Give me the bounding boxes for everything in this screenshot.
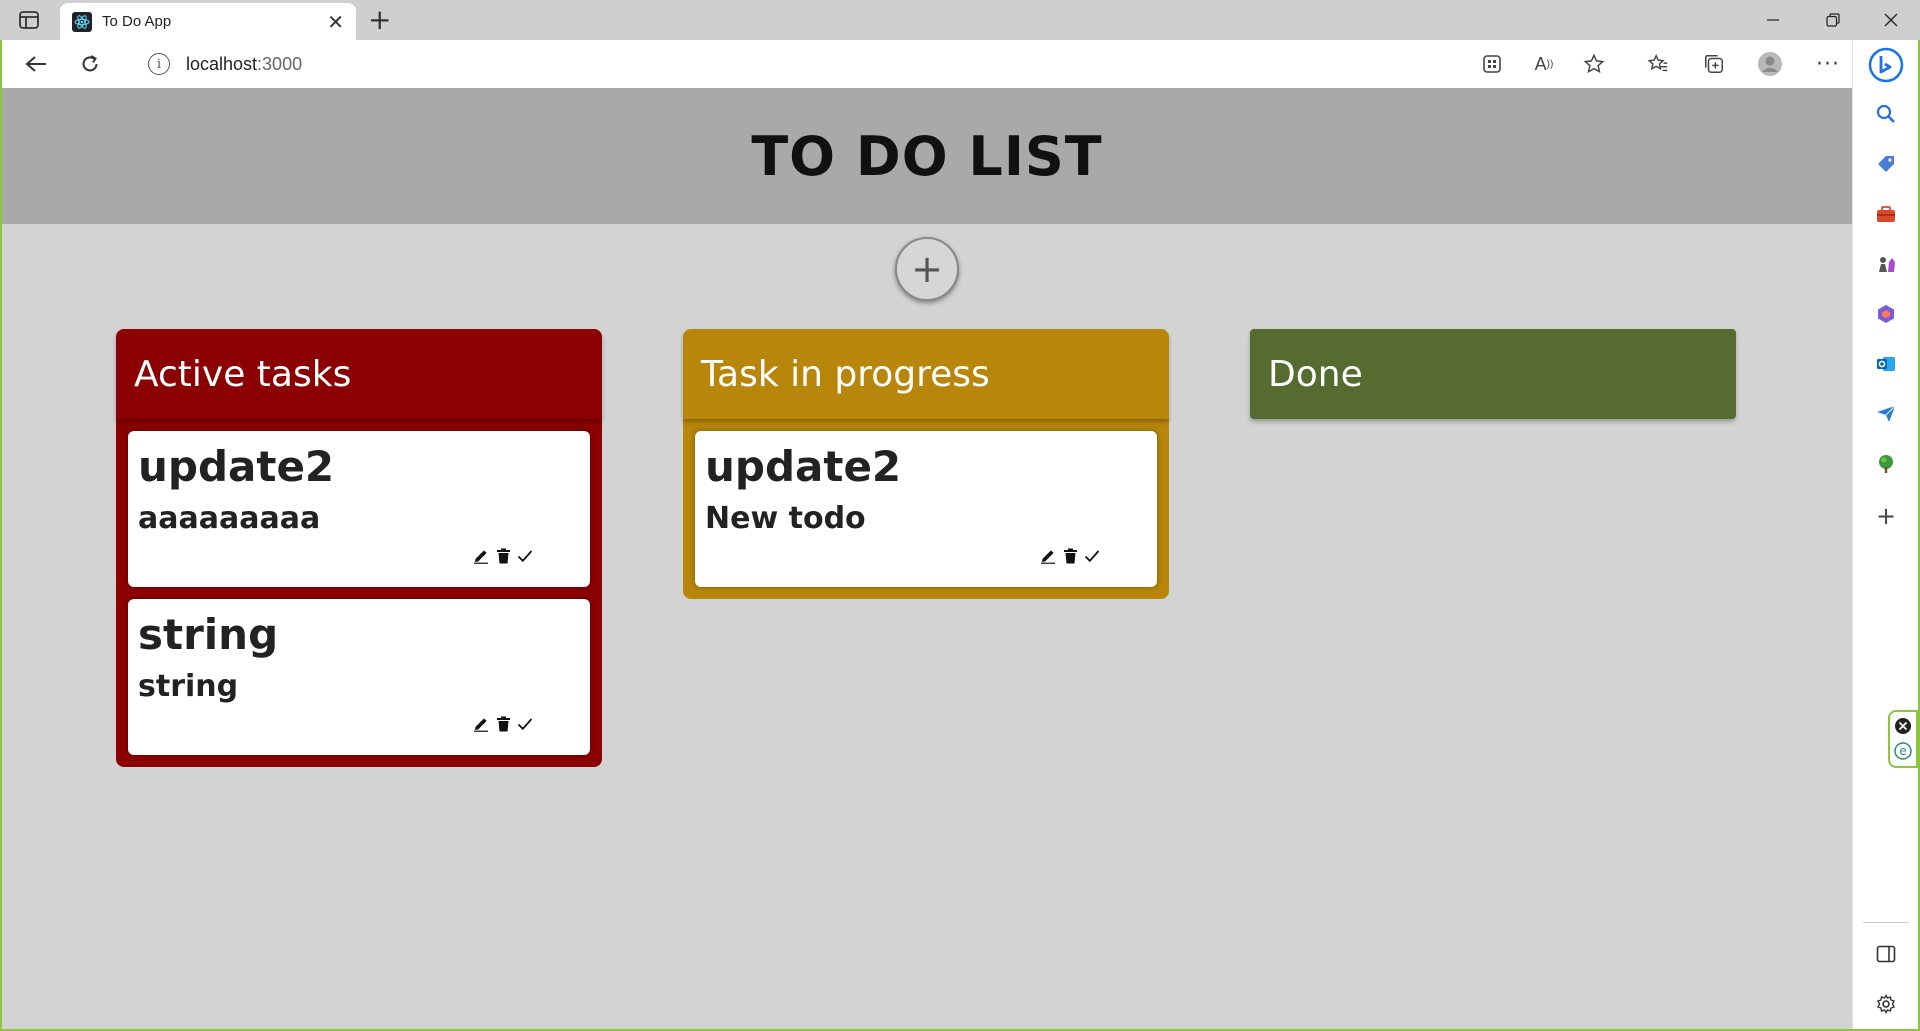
trash-icon[interactable] xyxy=(1061,547,1079,565)
close-circle-icon[interactable] xyxy=(1894,717,1912,739)
new-tab-icon[interactable]: + xyxy=(368,5,391,35)
svg-text:e: e xyxy=(1899,744,1906,758)
add-sidebar-app-icon[interactable]: + xyxy=(1872,502,1900,530)
shopping-tag-icon[interactable] xyxy=(1872,150,1900,178)
task-actions xyxy=(472,715,534,733)
more-options-icon[interactable]: ··· xyxy=(1814,50,1842,78)
column-title: Done xyxy=(1250,329,1736,419)
restore-icon[interactable] xyxy=(1810,4,1856,36)
pencil-icon[interactable] xyxy=(472,715,490,733)
pencil-icon[interactable] xyxy=(1039,547,1057,565)
settings-gear-icon[interactable] xyxy=(1872,990,1900,1018)
edge-e-icon[interactable]: e xyxy=(1894,742,1912,764)
column-done: Done xyxy=(1250,329,1736,419)
checkmark-icon[interactable] xyxy=(516,547,534,565)
browser-tab[interactable]: To Do App ✕ xyxy=(60,3,356,40)
column-title: Task in progress xyxy=(683,329,1169,419)
profile-avatar-icon[interactable] xyxy=(1756,50,1784,78)
sidebar-divider xyxy=(1863,922,1909,923)
close-window-icon[interactable] xyxy=(1868,4,1914,36)
react-icon xyxy=(72,11,92,32)
url-text: localhost:3000 xyxy=(186,54,302,75)
pencil-icon[interactable] xyxy=(472,547,490,565)
task-title: update2 xyxy=(705,442,902,491)
task-title: update2 xyxy=(138,442,335,491)
close-tab-icon[interactable]: ✕ xyxy=(327,12,344,32)
column-active-tasks: Active tasks update2 aaaaaaaaa string st… xyxy=(116,329,602,767)
checkmark-icon[interactable] xyxy=(1083,547,1101,565)
page-title: TO DO LIST xyxy=(751,124,1103,188)
add-task-button[interactable]: + xyxy=(895,237,959,301)
column-title: Active tasks xyxy=(116,329,602,419)
tab-actions-icon[interactable] xyxy=(16,8,42,32)
task-card[interactable]: update2 aaaaaaaaa xyxy=(128,431,590,587)
bing-copilot-icon[interactable] xyxy=(1867,46,1905,84)
task-actions xyxy=(472,547,534,565)
tab-title: To Do App xyxy=(102,13,172,30)
extension-widget[interactable]: e xyxy=(1888,710,1918,768)
trash-icon[interactable] xyxy=(494,715,512,733)
games-chess-icon[interactable] xyxy=(1872,250,1900,278)
board: + Active tasks update2 aaaaaaaaa string … xyxy=(2,224,1852,1029)
column-task-in-progress: Task in progress update2 New todo xyxy=(683,329,1169,599)
favorite-star-icon[interactable] xyxy=(1580,50,1608,78)
hide-sidebar-icon[interactable] xyxy=(1872,940,1900,968)
read-aloud-icon[interactable]: A)) xyxy=(1530,50,1558,78)
collections-icon[interactable] xyxy=(1700,50,1728,78)
task-card[interactable]: update2 New todo xyxy=(695,431,1157,587)
task-actions xyxy=(1039,547,1101,565)
task-description: aaaaaaaaa xyxy=(138,501,321,536)
checkmark-icon[interactable] xyxy=(516,715,534,733)
info-icon[interactable]: i xyxy=(148,53,170,75)
task-card[interactable]: string string xyxy=(128,599,590,755)
search-icon[interactable] xyxy=(1872,100,1900,128)
browser-toolbar: i localhost:3000 A)) ··· xyxy=(2,40,1918,88)
favorites-icon[interactable] xyxy=(1644,50,1672,78)
back-arrow-icon[interactable] xyxy=(20,48,52,80)
outlook-icon[interactable] xyxy=(1872,350,1900,378)
url-port: :3000 xyxy=(257,53,303,74)
address-bar[interactable]: i localhost:3000 xyxy=(126,46,1626,82)
tools-briefcase-icon[interactable] xyxy=(1872,200,1900,228)
app-available-icon[interactable] xyxy=(1478,50,1506,78)
tree-icon[interactable] xyxy=(1872,450,1900,478)
task-description: string xyxy=(138,669,239,704)
edge-sidebar: + xyxy=(1852,40,1918,1029)
app-header: TO DO LIST xyxy=(2,88,1852,224)
url-host: localhost xyxy=(186,53,258,74)
send-drop-icon[interactable] xyxy=(1872,400,1900,428)
minimize-icon[interactable] xyxy=(1750,4,1796,36)
task-title: string xyxy=(138,610,279,659)
task-description: New todo xyxy=(705,501,866,536)
tab-strip: To Do App ✕ + xyxy=(0,0,1920,40)
refresh-icon[interactable] xyxy=(74,48,106,80)
microsoft-365-icon[interactable] xyxy=(1872,300,1900,328)
trash-icon[interactable] xyxy=(494,547,512,565)
